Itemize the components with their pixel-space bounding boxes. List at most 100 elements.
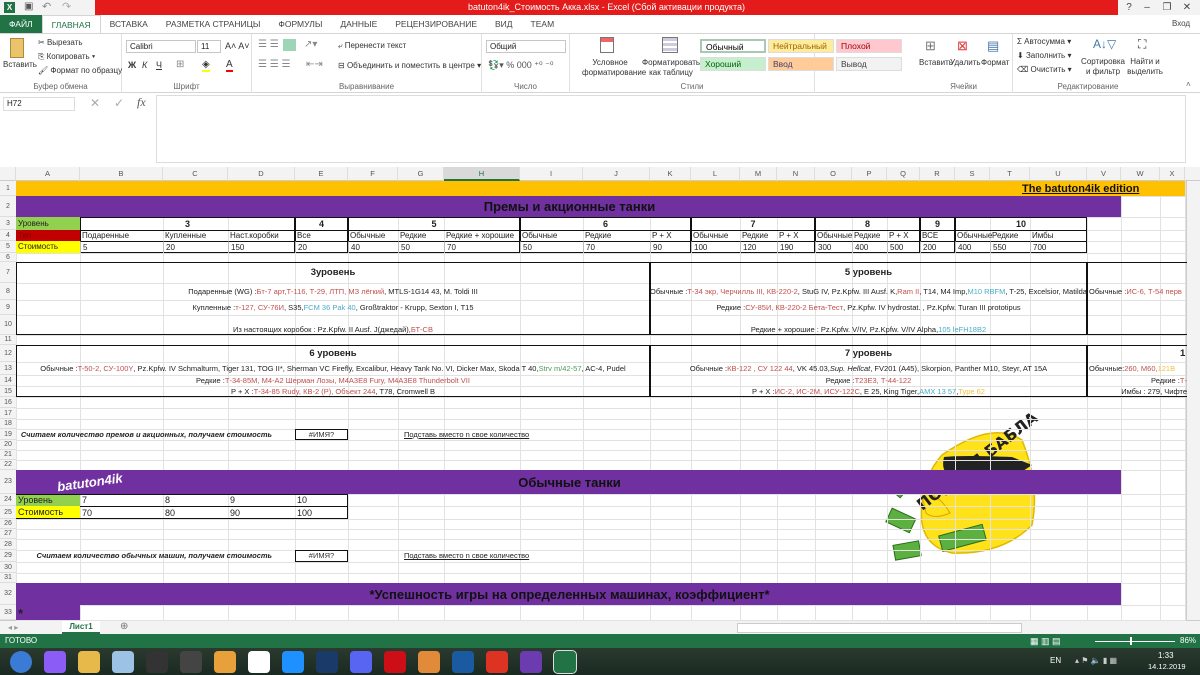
tray-icons[interactable]: ▴ ⚑ 🔈 ▮ ▦ (1075, 656, 1117, 665)
paste-button[interactable]: Вставить (3, 60, 37, 69)
wrap-text-button[interactable]: ⤶ Перенести текст (338, 41, 406, 51)
insert-cells-button[interactable]: Вставить (919, 58, 953, 67)
row-header-8[interactable]: 8 (0, 283, 16, 300)
taskbar-chrome-icon[interactable] (248, 651, 270, 673)
select-all-corner[interactable] (0, 167, 16, 181)
name-box[interactable]: H72 (3, 97, 75, 111)
column-header-P[interactable]: P (852, 167, 887, 181)
font-size-select[interactable]: 11 (197, 40, 221, 53)
tab-7[interactable]: ВИД (486, 15, 522, 33)
row-header-10[interactable]: 10 (0, 315, 16, 335)
taskbar-opera-icon[interactable] (384, 651, 406, 673)
column-header-N[interactable]: N (777, 167, 815, 181)
language-indicator[interactable]: EN (1050, 656, 1061, 665)
help-button[interactable]: ? (1120, 0, 1138, 15)
find-select-button[interactable]: Найти и выделить (1125, 57, 1165, 77)
font-color-icon[interactable]: A (226, 59, 233, 72)
row-header-2[interactable]: 2 (0, 196, 16, 217)
close-button[interactable]: ✕ (1178, 0, 1196, 15)
taskbar-alice-icon[interactable] (44, 651, 66, 673)
formula-input[interactable] (156, 95, 1186, 163)
column-header-C[interactable]: C (163, 167, 228, 181)
taskbar-explorer-icon[interactable] (78, 651, 100, 673)
align-left-icon[interactable]: ☰ ☰ ☰ (258, 59, 290, 70)
format-as-table-button[interactable]: Форматировать как таблицу (642, 58, 700, 78)
save-icon[interactable]: ▣ (24, 1, 33, 12)
cell-style-1[interactable]: Нейтральный (768, 39, 834, 53)
collapse-ribbon-icon[interactable]: ˄ (1186, 80, 1191, 89)
row-header-32[interactable]: 32 (0, 583, 16, 605)
horizontal-scrollbar[interactable] (737, 623, 1022, 633)
taskbar-notepad-icon[interactable] (112, 651, 134, 673)
column-header-V[interactable]: V (1087, 167, 1121, 181)
column-header-I[interactable]: I (520, 167, 583, 181)
zoom-slider[interactable] (1095, 641, 1175, 642)
cell-style-0[interactable]: Обычный (700, 39, 766, 53)
row-header-6[interactable]: 6 (0, 253, 16, 262)
tab-6[interactable]: РЕЦЕНЗИРОВАНИЕ (386, 15, 486, 33)
column-header-A[interactable]: A (16, 167, 80, 181)
row-header-1[interactable]: 1 (0, 181, 16, 196)
column-header-H[interactable]: H (444, 167, 520, 181)
row-header-22[interactable]: 22 (0, 460, 16, 470)
row-header-3[interactable]: 3 (0, 217, 16, 230)
tab-1[interactable]: ГЛАВНАЯ (41, 15, 101, 33)
column-header-S[interactable]: S (955, 167, 990, 181)
font-name-select[interactable]: Calibri (126, 40, 196, 53)
column-header-F[interactable]: F (348, 167, 398, 181)
row-header-11[interactable]: 11 (0, 335, 16, 345)
currency-percent-icons[interactable]: 💱▾ % 000 ⁺⁰ ⁻⁰ (488, 60, 553, 71)
cut-button[interactable]: ✂ Вырезать (38, 38, 83, 47)
taskbar-internet-explorer-icon[interactable] (282, 651, 304, 673)
row-header-14[interactable]: 14 (0, 375, 16, 386)
row-header-23[interactable]: 23 (0, 470, 16, 494)
format-cells-button[interactable]: Формат (981, 58, 1009, 67)
bold-button[interactable]: Ж (128, 60, 136, 70)
align-top-icon[interactable]: ☰ ☰ (258, 39, 279, 50)
cell-style-5[interactable]: Вывод (836, 57, 902, 71)
tab-2[interactable]: ВСТАВКА (101, 15, 157, 33)
row-header-33[interactable]: 33 (0, 605, 16, 620)
underline-button[interactable]: Ч (156, 60, 162, 70)
clock-date[interactable]: 14.12.2019 (1148, 662, 1186, 671)
tab-0[interactable]: ФАЙЛ (0, 15, 42, 33)
fill-color-icon[interactable]: ◈ (202, 59, 210, 72)
column-header-X[interactable]: X (1160, 167, 1185, 181)
row-header-27[interactable]: 27 (0, 529, 16, 539)
column-header-B[interactable]: B (80, 167, 163, 181)
taskbar-excel-icon[interactable] (553, 650, 577, 674)
restore-button[interactable]: ❐ (1158, 0, 1176, 15)
tab-8[interactable]: TEAM (522, 15, 564, 33)
row-header-24[interactable]: 24 (0, 494, 16, 506)
italic-button[interactable]: К (142, 60, 147, 70)
row-header-30[interactable]: 30 (0, 562, 16, 573)
row-header-21[interactable]: 21 (0, 450, 16, 460)
row-header-25[interactable]: 25 (0, 506, 16, 519)
column-header-G[interactable]: G (398, 167, 444, 181)
column-header-R[interactable]: R (920, 167, 955, 181)
cancel-icon[interactable]: ✕ (90, 96, 100, 110)
format-painter-button[interactable]: 🖌 Формат по образцу (38, 66, 122, 75)
sort-filter-button[interactable]: Сортировка и фильтр (1081, 57, 1125, 77)
enter-icon[interactable]: ✓ (114, 96, 124, 110)
row-header-29[interactable]: 29 (0, 550, 16, 562)
clock-time[interactable]: 1:33 (1158, 651, 1174, 660)
taskbar-start-icon[interactable] (10, 651, 32, 673)
premium-calc-hint[interactable]: Подставь вместо n свое количество (402, 429, 529, 440)
autosum-button[interactable]: Σ Автосумма ▾ (1017, 37, 1071, 46)
vertical-scrollbar[interactable] (1186, 181, 1200, 620)
taskbar-visual-studio-icon[interactable] (520, 651, 542, 673)
cell-style-2[interactable]: Плохой (836, 39, 902, 53)
taskbar-discord-icon[interactable] (350, 651, 372, 673)
tab-5[interactable]: ДАННЫЕ (331, 15, 386, 33)
row-header-12[interactable]: 12 (0, 345, 16, 362)
column-header-T[interactable]: T (990, 167, 1030, 181)
column-header-W[interactable]: W (1121, 167, 1160, 181)
regular-calc-result[interactable]: #ИМЯ? (295, 550, 348, 562)
row-header-5[interactable]: 5 (0, 241, 16, 253)
column-header-D[interactable]: D (228, 167, 295, 181)
row-header-19[interactable]: 19 (0, 429, 16, 440)
delete-cells-button[interactable]: Удалить (950, 58, 981, 67)
taskbar-app-blue-icon[interactable] (316, 651, 338, 673)
column-header-L[interactable]: L (691, 167, 740, 181)
